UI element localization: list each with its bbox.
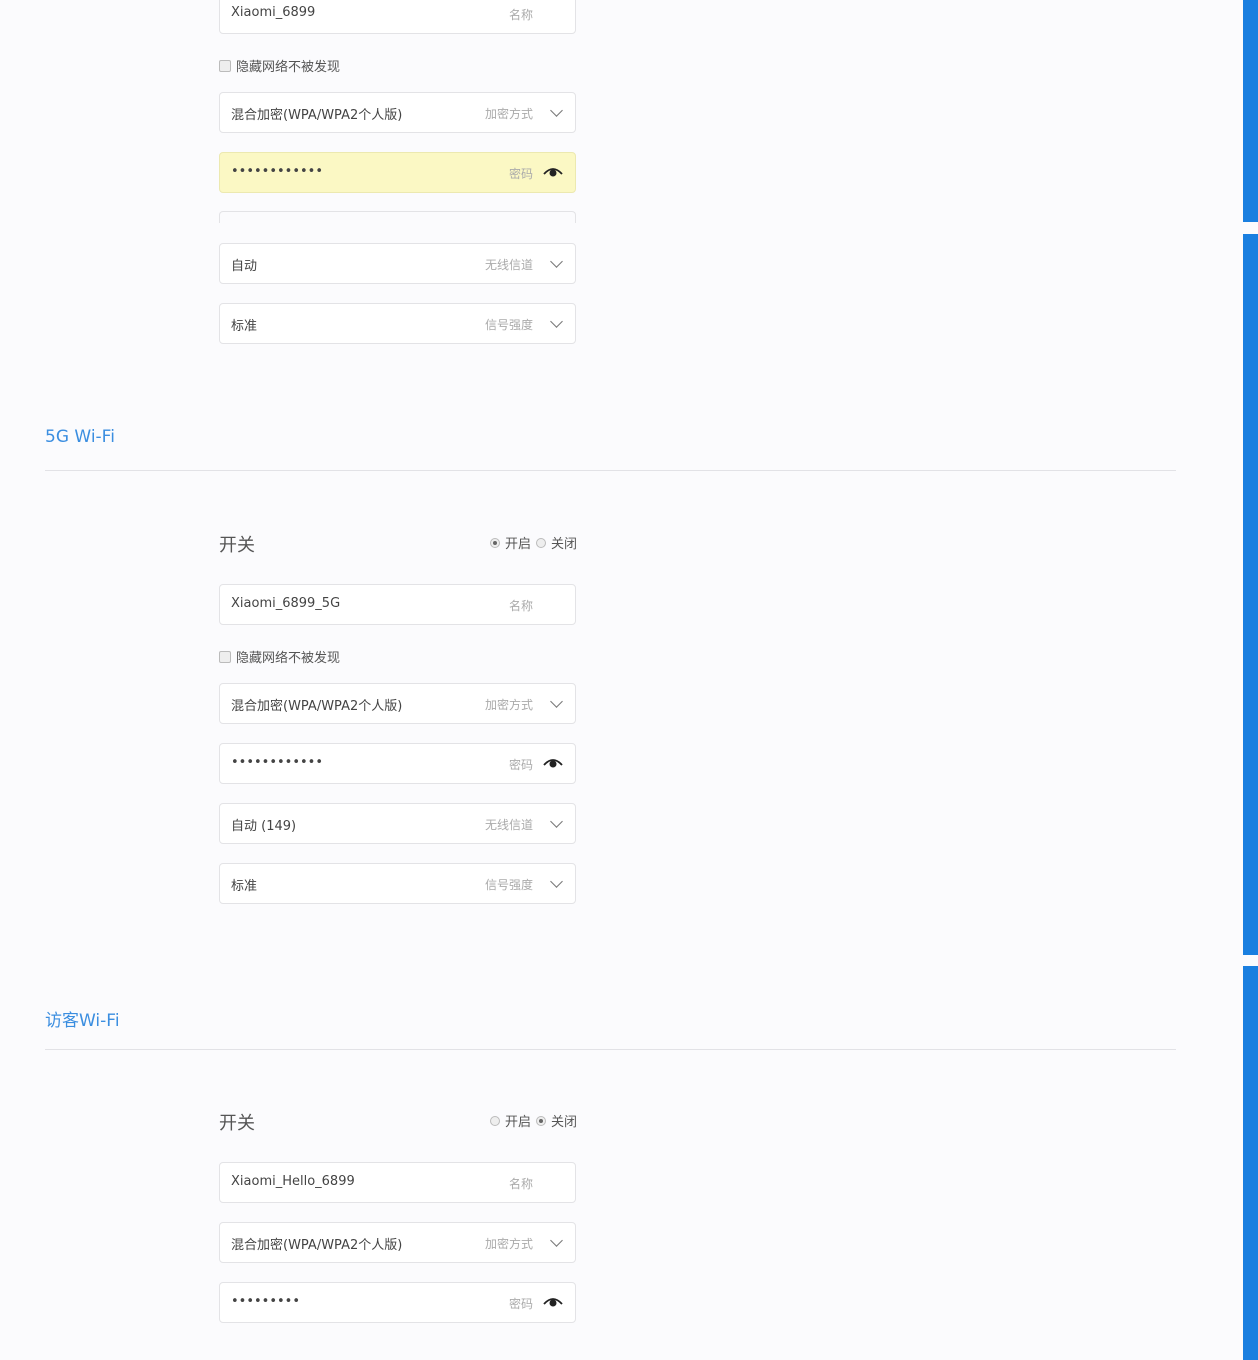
wifi5-name-value: Xiaomi_6899_5G: [231, 596, 340, 611]
wifi5-name-label: 名称: [509, 597, 533, 614]
eye-icon[interactable]: [543, 166, 563, 178]
guest-password-input[interactable]: ••••••••• 密码: [219, 1282, 576, 1323]
wifi24-name-value: Xiaomi_6899: [231, 5, 315, 20]
side-scroll-segment[interactable]: [1243, 0, 1258, 222]
wifi5-strength-label: 信号强度: [485, 876, 533, 893]
wifi24-strength-value: 标准: [231, 315, 257, 334]
wifi24-password-value: ••••••••••••: [231, 164, 323, 179]
checkbox-box[interactable]: [219, 651, 231, 663]
side-scroll-segment[interactable]: [1243, 966, 1258, 1360]
guest-encryption-select[interactable]: 混合加密(WPA/WPA2个人版) 加密方式: [219, 1222, 576, 1263]
wifi5-on-label: 开启: [505, 533, 531, 552]
wifi5-password-value: ••••••••••••: [231, 755, 323, 770]
guest-radio-off[interactable]: [536, 1116, 546, 1126]
eye-icon[interactable]: [543, 757, 563, 769]
checkbox-box[interactable]: [219, 60, 231, 72]
wifi24-password-label: 密码: [509, 165, 533, 182]
hidden-field-edge: [219, 211, 576, 223]
wifi5-hide-checkbox[interactable]: 隐藏网络不被发现: [219, 647, 340, 666]
side-scroll-segment[interactable]: [1243, 234, 1258, 955]
wifi24-name-input[interactable]: Xiaomi_6899 名称: [219, 0, 576, 34]
guest-section-title: 访客Wi-Fi: [45, 1006, 120, 1031]
wifi24-channel-label: 无线信道: [485, 256, 533, 273]
chevron-down-icon: [550, 695, 563, 708]
wifi24-channel-select[interactable]: 自动 无线信道: [219, 243, 576, 284]
guest-name-value: Xiaomi_Hello_6899: [231, 1174, 355, 1189]
chevron-down-icon: [550, 875, 563, 888]
wifi24-hide-label: 隐藏网络不被发现: [236, 56, 340, 75]
wifi24-channel-value: 自动: [231, 255, 257, 274]
wifi5-radio-off[interactable]: [536, 538, 546, 548]
wifi5-password-label: 密码: [509, 756, 533, 773]
guest-name-label: 名称: [509, 1175, 533, 1192]
chevron-down-icon: [550, 1234, 563, 1247]
chevron-down-icon: [550, 104, 563, 117]
wifi24-encryption-value: 混合加密(WPA/WPA2个人版): [231, 104, 402, 123]
guest-switch-label: 开关: [219, 1109, 255, 1135]
divider: [45, 470, 1176, 471]
guest-name-input[interactable]: Xiaomi_Hello_6899 名称: [219, 1162, 576, 1203]
wifi5-radio-on[interactable]: [490, 538, 500, 548]
wifi5-hide-label: 隐藏网络不被发现: [236, 647, 340, 666]
wifi24-password-input[interactable]: •••••••••••• 密码: [219, 152, 576, 193]
guest-encryption-label: 加密方式: [485, 1235, 533, 1252]
guest-switch-radios: 开启 关闭: [490, 1111, 577, 1130]
wifi24-encryption-label: 加密方式: [485, 105, 533, 122]
wifi5-channel-select[interactable]: 自动 (149) 无线信道: [219, 803, 576, 844]
wifi24-strength-label: 信号强度: [485, 316, 533, 333]
guest-off-label: 关闭: [551, 1111, 577, 1130]
chevron-down-icon: [550, 815, 563, 828]
wifi24-name-label: 名称: [509, 6, 533, 23]
wifi24-strength-select[interactable]: 标准 信号强度: [219, 303, 576, 344]
wifi5-switch-radios: 开启 关闭: [490, 533, 577, 552]
guest-password-label: 密码: [509, 1295, 533, 1312]
eye-icon[interactable]: [543, 1296, 563, 1308]
wifi5-encryption-value: 混合加密(WPA/WPA2个人版): [231, 695, 402, 714]
wifi5-section-title: 5G Wi-Fi: [45, 427, 115, 447]
wifi24-encryption-select[interactable]: 混合加密(WPA/WPA2个人版) 加密方式: [219, 92, 576, 133]
guest-radio-on[interactable]: [490, 1116, 500, 1126]
chevron-down-icon: [550, 255, 563, 268]
wifi5-name-input[interactable]: Xiaomi_6899_5G 名称: [219, 584, 576, 625]
wifi5-encryption-select[interactable]: 混合加密(WPA/WPA2个人版) 加密方式: [219, 683, 576, 724]
wifi5-channel-value: 自动 (149): [231, 815, 296, 834]
wifi5-off-label: 关闭: [551, 533, 577, 552]
wifi5-strength-value: 标准: [231, 875, 257, 894]
wifi5-switch-label: 开关: [219, 531, 255, 557]
wifi5-encryption-label: 加密方式: [485, 696, 533, 713]
divider: [45, 1049, 1176, 1050]
wifi5-strength-select[interactable]: 标准 信号强度: [219, 863, 576, 904]
wifi5-password-input[interactable]: •••••••••••• 密码: [219, 743, 576, 784]
guest-encryption-value: 混合加密(WPA/WPA2个人版): [231, 1234, 402, 1253]
wifi5-channel-label: 无线信道: [485, 816, 533, 833]
wifi24-hide-checkbox[interactable]: 隐藏网络不被发现: [219, 56, 340, 75]
chevron-down-icon: [550, 315, 563, 328]
guest-password-value: •••••••••: [231, 1294, 300, 1309]
guest-on-label: 开启: [505, 1111, 531, 1130]
